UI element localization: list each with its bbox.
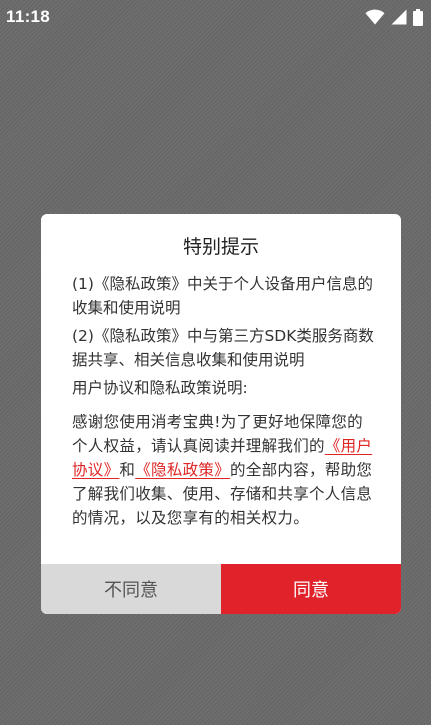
body-text-before: 感谢您使用消考宝典!为了更好地保障您的个人权益，请认真阅读并理解我们的 bbox=[72, 413, 363, 455]
policy-item-heading: 用户协议和隐私政策说明: bbox=[72, 379, 248, 397]
agree-button[interactable]: 同意 bbox=[221, 564, 401, 614]
status-bar: 11:18 bbox=[0, 0, 431, 34]
wifi-icon bbox=[365, 9, 385, 25]
privacy-policy-link[interactable]: 《隐私政策》 bbox=[135, 461, 230, 479]
status-time: 11:18 bbox=[6, 7, 51, 26]
privacy-dialog: 特别提示 (1)《隐私政策》中关于个人设备用户信息的收集和使用说明 (2)《隐私… bbox=[41, 214, 401, 614]
disagree-button[interactable]: 不同意 bbox=[41, 564, 221, 614]
battery-icon bbox=[413, 8, 423, 26]
dialog-body-text: 感谢您使用消考宝典!为了更好地保障您的个人权益，请认真阅读并理解我们的《用户协议… bbox=[72, 410, 377, 530]
dialog-title: 特别提示 bbox=[182, 236, 259, 258]
policy-item-third-party-sdk: (2)《隐私政策》中与第三方SDK类服务商数据共享、相关信息收集和使用说明 bbox=[72, 327, 374, 369]
cellular-signal-icon bbox=[391, 9, 407, 25]
policy-item-device-info: (1)《隐私政策》中关于个人设备用户信息的收集和使用说明 bbox=[72, 275, 373, 317]
body-text-and: 和 bbox=[119, 461, 136, 479]
status-icons bbox=[365, 8, 423, 26]
